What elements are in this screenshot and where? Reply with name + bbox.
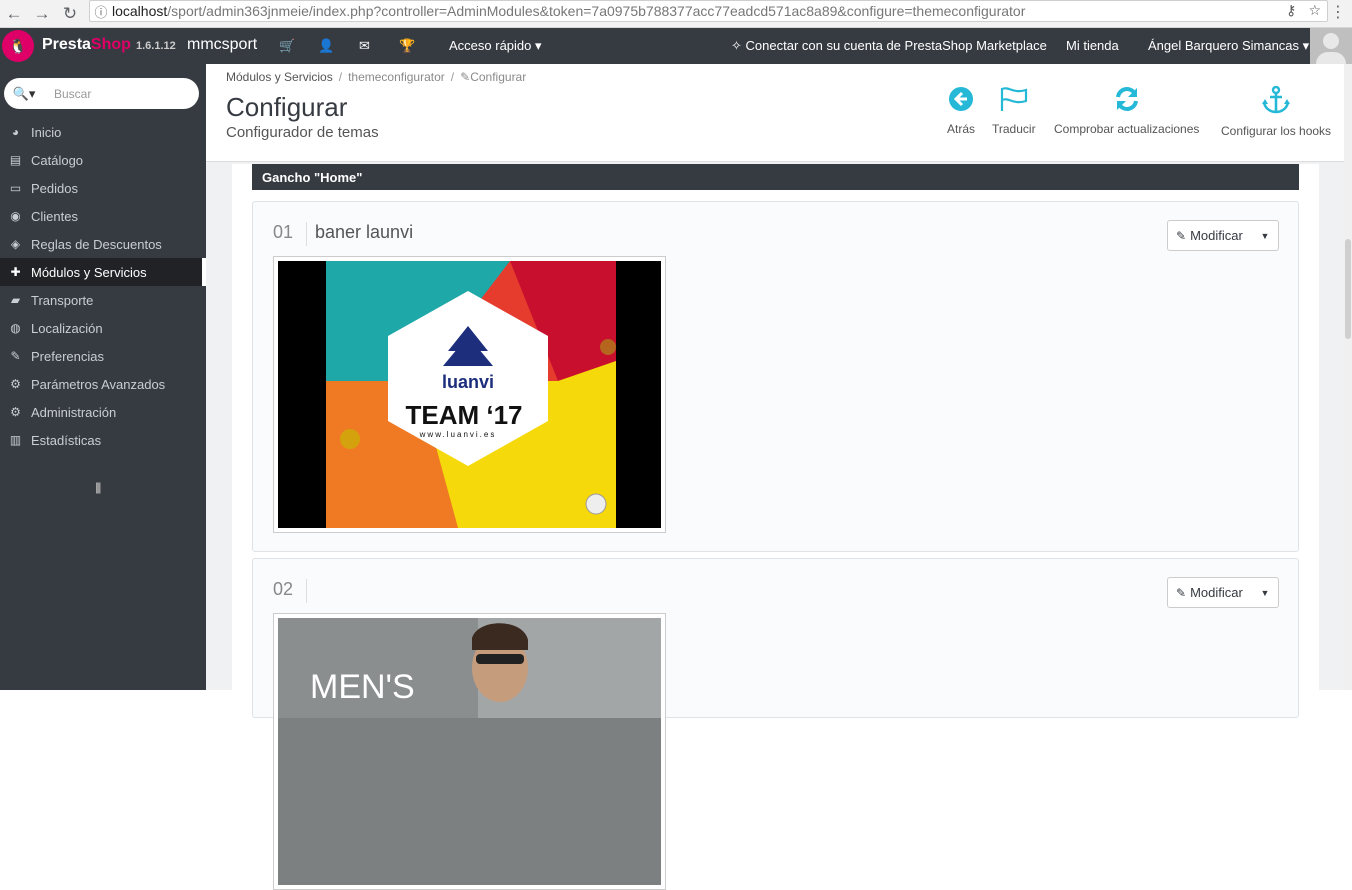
menu-icon[interactable]: ⋮ — [1330, 2, 1346, 22]
banner-thumbnail[interactable]: MEN'S — [273, 613, 666, 890]
envelope-icon[interactable]: ✉ — [359, 38, 370, 54]
sidebar-menu: ◕ Inicio ▤ Catálogo ▭ Pedidos ◉ Clientes ◈ Re… — [0, 118, 206, 454]
star-icon[interactable]: ☆ — [1308, 2, 1321, 19]
back-icon — [947, 86, 975, 118]
cart-icon[interactable]: 🛒 — [279, 38, 295, 54]
page-scrollbar[interactable] — [1344, 64, 1352, 690]
sidebar-item-transporte[interactable]: ▰ Transporte — [0, 286, 206, 314]
sidebar-item-administracion[interactable]: ⚙ Administración — [0, 398, 206, 426]
prestashop-logo[interactable]: 🐧 — [2, 30, 34, 62]
sidebar-item-pedidos[interactable]: ▭ Pedidos — [0, 174, 206, 202]
page-toolbar: Módulos y Servicios / themeconfigurator / ✎C… — [206, 64, 1352, 162]
my-shop-link[interactable]: Mi tienda — [1066, 38, 1119, 53]
breadcrumb-current: ✎Configurar — [460, 70, 527, 84]
sidebar-item-descuentos[interactable]: ◈ Reglas de Descuentos — [0, 230, 206, 258]
main-content: Módulos y Servicios / themeconfigurator / ✎C… — [206, 64, 1352, 890]
quick-access-dropdown[interactable]: Acceso rápido ▾ — [449, 38, 542, 54]
globe-icon: ◍ — [10, 321, 21, 335]
version-label: 1.6.1.12 — [136, 40, 176, 52]
modify-button[interactable]: ✎ Modificar ▼ — [1167, 220, 1279, 251]
trophy-icon[interactable]: 🏆 — [399, 38, 415, 54]
banner-image: MEN'S — [278, 618, 661, 885]
svg-text:MEN'S: MEN'S — [310, 668, 415, 706]
edit-icon: ✎ — [1176, 228, 1187, 243]
forward-icon[interactable]: → — [28, 0, 56, 28]
sidebar-item-localizacion[interactable]: ◍ Localización — [0, 314, 206, 342]
puzzle-icon: ✚ — [10, 265, 21, 279]
sidebar-item-catalogo[interactable]: ▤ Catálogo — [0, 146, 206, 174]
svg-text:luanvi: luanvi — [442, 372, 494, 392]
edit-icon: ✎ — [1176, 585, 1187, 600]
info-icon[interactable]: ⓘ — [90, 2, 112, 21]
marketplace-link[interactable]: ✧ Conectar con su cuenta de PrestaShop M… — [731, 38, 1047, 54]
scrollbar-thumb[interactable] — [1345, 239, 1351, 339]
user-icon[interactable]: 👤 — [318, 38, 334, 54]
page-title: Configurar — [226, 92, 348, 122]
refresh-icon — [1054, 86, 1199, 118]
flag-icon — [992, 86, 1036, 118]
admin-header: 🐧 PrestaShop 1.6.1.12 mmcsport 🛒 👤 ✉ 🏆 A… — [0, 28, 1352, 64]
list-item: 02 ✎ Modificar ▼ MEN'S — [252, 558, 1299, 890]
breadcrumb-item[interactable]: themeconfigurator — [348, 70, 445, 84]
item-number: 01 — [273, 222, 308, 246]
search-box[interactable]: 🔍▾ Buscar — [4, 78, 199, 109]
cogs-icon: ⚙ — [10, 377, 21, 391]
reload-icon[interactable]: ↻ — [56, 0, 84, 28]
sidebar-collapse-icon[interactable]: |||| — [95, 480, 102, 494]
chevron-down-icon[interactable]: ▼ — [1252, 578, 1278, 607]
page-subtitle: Configurador de temas — [226, 124, 379, 141]
svg-text:TEAM ‘17: TEAM ‘17 — [405, 400, 522, 430]
breadcrumb: Módulos y Servicios / themeconfigurator / ✎C… — [226, 70, 527, 84]
chevron-down-icon[interactable]: ▼ — [1252, 221, 1278, 250]
browser-toolbar: ← → ↻ ⓘ localhost/sport/admin363jnmeie/i… — [0, 0, 1352, 28]
dashboard-icon: ◕ — [11, 125, 20, 139]
credit-card-icon: ▭ — [9, 181, 22, 195]
wrench-icon: ✎ — [10, 349, 21, 363]
search-input[interactable]: Buscar — [54, 87, 91, 101]
wrench-icon: ✎ — [460, 70, 471, 84]
book-icon: ▤ — [9, 153, 22, 167]
list-item: 01 baner launvi ✎ Modificar ▼ luanvi TEA… — [252, 201, 1299, 552]
key-icon[interactable]: ⚷ — [1286, 2, 1296, 19]
item-number: 02 — [273, 579, 308, 603]
users-icon: ◉ — [10, 209, 21, 223]
sidebar-item-clientes[interactable]: ◉ Clientes — [0, 202, 206, 230]
breadcrumb-item[interactable]: Módulos y Servicios — [226, 70, 333, 84]
sidebar-item-parametros[interactable]: ⚙ Parámetros Avanzados — [0, 370, 206, 398]
theme-config-panel: Gancho "Home" 01 baner launvi ✎ Modificar… — [232, 164, 1319, 890]
banner-thumbnail[interactable]: luanvi TEAM ‘17 www.luanvi.es — [273, 256, 666, 533]
avatar[interactable] — [1310, 28, 1352, 64]
sidebar-item-inicio[interactable]: ◕ Inicio — [0, 118, 206, 146]
url-path: /sport/admin363jnmeie/index.php?controll… — [167, 3, 1026, 19]
banner-image: luanvi TEAM ‘17 www.luanvi.es — [278, 261, 661, 528]
sidebar-item-estadisticas[interactable]: ▥ Estadísticas — [0, 426, 206, 454]
user-menu[interactable]: Ángel Barquero Simancas ▾ — [1148, 38, 1309, 54]
address-bar[interactable]: ⓘ localhost/sport/admin363jnmeie/index.p… — [89, 0, 1328, 22]
translate-button[interactable]: Traducir — [992, 86, 1036, 136]
back-icon[interactable]: ← — [0, 0, 28, 28]
anchor-icon — [1221, 85, 1331, 120]
tags-icon: ◈ — [10, 237, 21, 251]
brand-name: PrestaShop — [42, 36, 131, 53]
search-icon[interactable]: 🔍▾ — [4, 86, 44, 102]
modify-button[interactable]: ✎ Modificar ▼ — [1167, 577, 1279, 608]
check-updates-button[interactable]: Comprobar actualizaciones — [1054, 86, 1199, 136]
configure-hooks-button[interactable]: Configurar los hooks — [1221, 85, 1331, 138]
sidebar: 🔍▾ Buscar ◕ Inicio ▤ Catálogo ▭ Pedidos ◉ Cl… — [0, 64, 206, 690]
item-title: baner launvi — [315, 222, 414, 242]
truck-icon: ▰ — [10, 293, 21, 307]
sidebar-item-modulos[interactable]: ✚ Módulos y Servicios — [0, 258, 206, 286]
back-button[interactable]: Atrás — [947, 86, 975, 136]
hook-heading: Gancho "Home" — [252, 164, 1299, 190]
url-host: localhost — [112, 3, 168, 19]
svg-text:www.luanvi.es: www.luanvi.es — [419, 430, 497, 439]
gear-icon: ⚙ — [10, 405, 21, 419]
puzzle-icon: ✧ — [731, 38, 742, 53]
shop-name[interactable]: mmcsport — [187, 36, 257, 54]
sidebar-item-preferencias[interactable]: ✎ Preferencias — [0, 342, 206, 370]
bar-chart-icon: ▥ — [9, 433, 22, 447]
